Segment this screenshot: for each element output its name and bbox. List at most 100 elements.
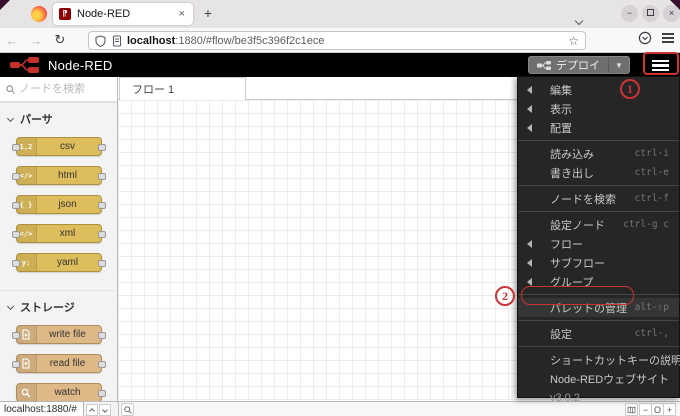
html-icon: </> [16,167,37,184]
app-title: Node-RED [48,57,113,73]
output-port [97,361,106,368]
bookmark-star-icon[interactable]: ☆ [568,34,579,48]
output-port [97,390,106,397]
tab-list-chevron-icon[interactable] [574,11,584,26]
storage-nodes: write file read file watch [0,321,117,401]
chevron-down-icon [6,302,15,310]
menu-item-settings[interactable]: 設定 ctrl-, [518,324,679,343]
magnifier-icon [16,384,37,401]
forward-icon[interactable]: → [24,33,48,48]
back-icon[interactable]: ← [0,33,24,48]
input-port [11,332,20,339]
palette-node-json[interactable]: { } json [11,195,106,214]
palette-node-write-file[interactable]: write file [11,325,106,344]
palette-node-read-file[interactable]: read file [11,354,106,373]
palette-collapse-all-button[interactable] [86,404,98,416]
submenu-arrow-icon [527,259,532,267]
url-path: :1880/#flow/be3f5c396f2c1ece [175,34,325,47]
menu-separator [518,346,679,347]
menu-item-search-nodes[interactable]: ノードを検索 ctrl-f [518,189,679,208]
node-red-favicon: ⁋ [59,8,71,20]
new-tab-button[interactable]: + [199,5,217,21]
output-port [97,332,106,339]
deploy-label: デプロイ [556,60,600,72]
palette-search[interactable] [0,77,117,102]
palette-expand-all-button[interactable] [99,404,111,416]
palette-search-input[interactable] [19,83,103,95]
palette-node-watch[interactable]: watch [15,383,106,401]
url-bar[interactable]: localhost:1880/#flow/be3f5c396f2c1ece ☆ [88,31,586,50]
browser-tab[interactable]: ⁋ Node-RED × [53,3,193,25]
palette-node-csv[interactable]: 1,2 csv [11,137,106,156]
input-port [11,231,20,238]
menu-separator [518,140,679,141]
firefox-icon [31,6,47,22]
submenu-arrow-icon [527,278,532,286]
parser-nodes: 1,2 csv </> html { } json </> xml y: yam… [0,133,117,290]
menu-separator [518,185,679,186]
deploy-node-icon [537,60,551,70]
menu-item-import[interactable]: 読み込み ctrl-i [518,144,679,163]
csv-icon: 1,2 [16,138,37,155]
deploy-dropdown-caret[interactable]: ▼ [608,57,629,73]
yaml-icon: y: [16,254,37,271]
chevron-down-icon [6,114,15,122]
palette-node-xml[interactable]: </> xml [11,224,106,243]
chevron-up-icon [89,408,95,414]
shield-icon[interactable] [95,34,106,47]
footer-search-button[interactable] [121,403,134,416]
palette-node-html[interactable]: </> html [11,166,106,185]
browser-titlebar: ⁋ Node-RED × + − × [0,0,680,28]
menu-item-subflows[interactable]: サブフロー [518,253,679,272]
menu-item-keyboard-shortcuts[interactable]: ショートカットキーの説明⇧? [518,350,680,369]
input-port [11,202,20,209]
submenu-arrow-icon [527,86,532,94]
screen-corner [0,0,10,10]
file-export-icon [16,326,37,343]
window-close-button[interactable]: × [663,5,680,22]
menu-item-flows[interactable]: フロー [518,234,679,253]
search-icon [6,84,15,94]
input-port [11,144,20,151]
url-host: localhost [127,34,176,47]
flow-tab[interactable]: フロー 1 [119,77,246,100]
input-port [11,173,20,180]
menu-item-edit[interactable]: 編集 [518,80,679,99]
menu-item-arrange[interactable]: 配置 [518,118,679,137]
annotation-box-manage-palette [521,286,634,305]
window-maximize-button[interactable] [642,5,659,22]
account-icon[interactable] [638,31,652,45]
annotation-step-2: 2 [495,286,515,306]
output-port [97,231,106,238]
chevron-down-icon [102,406,108,413]
xml-icon: </> [16,225,37,242]
tab-close-icon[interactable]: × [177,8,187,20]
url-text[interactable]: localhost:1880/#flow/be3f5c396f2c1ece [127,35,568,47]
deploy-button[interactable]: デプロイ ▼ [528,56,630,74]
palette-category-storage[interactable]: ストレージ [0,290,117,321]
annotation-step-1: 1 [620,79,640,99]
menu-item-website[interactable]: Node-REDウェブサイト [518,369,679,388]
menu-item-config-nodes[interactable]: 設定ノード ctrl-g c [518,215,679,234]
menu-item-view[interactable]: 表示 [518,99,679,118]
magnifier-icon [123,405,132,414]
output-port [97,144,106,151]
node-red-logo-icon [10,57,39,73]
palette-category-parser[interactable]: パーサ [0,102,117,133]
json-icon: { } [16,196,37,213]
page-info-icon[interactable] [112,34,122,47]
input-port [11,260,20,267]
browser-menu-icon[interactable] [662,31,674,45]
menu-item-export[interactable]: 書き出し ctrl-e [518,163,679,182]
palette-node-yaml[interactable]: y: yaml [11,253,106,272]
output-port [97,260,106,267]
submenu-arrow-icon [527,124,532,132]
submenu-arrow-icon [527,240,532,248]
output-port [97,173,106,180]
window-minimize-button[interactable]: − [621,5,638,22]
reload-icon[interactable]: ↻ [48,32,72,48]
node-red-header: Node-RED デプロイ ▼ [0,53,680,77]
menu-separator [518,211,679,212]
submenu-arrow-icon [527,105,532,113]
menu-separator [518,320,679,321]
